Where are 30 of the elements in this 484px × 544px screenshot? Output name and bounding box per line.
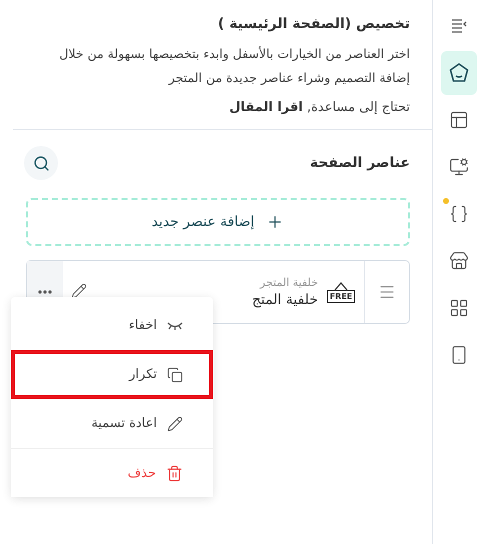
monitor-gear-icon (448, 157, 468, 177)
grid-icon (448, 298, 468, 318)
ellipsis-icon (38, 290, 52, 294)
closed-eye-icon (167, 320, 183, 330)
collapse-icon (450, 17, 468, 35)
sidebar-item[interactable] (440, 51, 476, 95)
search-icon (32, 154, 50, 172)
pencil-icon (71, 282, 87, 298)
description: اختر العناصر من الخيارات بالأسفل وابدء بتخصيصها بسهولة من خلال إضافة التصميم وشراء عناصر جديدة من المتجر (58, 45, 410, 87)
add-element-button[interactable]: إضافة عنصر جديد (26, 198, 410, 246)
help-text: تحتاج إلى مساعدة, اقرا المقال (228, 100, 410, 115)
element-subtitle: خلفية المتجر (258, 276, 318, 289)
element-name: خلفية المتج (250, 292, 318, 308)
sign-label: FREE (326, 290, 356, 302)
menu-item[interactable]: اعادة تسمية (11, 399, 213, 448)
copy-icon (167, 366, 183, 382)
trash-icon (166, 464, 183, 482)
layout-icon (448, 110, 468, 130)
panel-title: تخصيص (الصفحة الرئيسية ) (216, 16, 410, 32)
search-button[interactable] (24, 146, 58, 180)
menu-item[interactable]: اخفاء (11, 301, 213, 350)
menu-item[interactable]: حذف (11, 448, 213, 497)
hanging-sign-icon (334, 282, 348, 290)
section-heading: عناصر الصفحة (310, 155, 410, 171)
menu-item[interactable]: تكرار (11, 350, 213, 399)
store-icon (448, 251, 468, 271)
article-link[interactable]: اقرا المقال (229, 100, 303, 115)
home-icon (448, 62, 470, 84)
pencil-icon (167, 416, 183, 432)
braces-icon (448, 204, 468, 224)
